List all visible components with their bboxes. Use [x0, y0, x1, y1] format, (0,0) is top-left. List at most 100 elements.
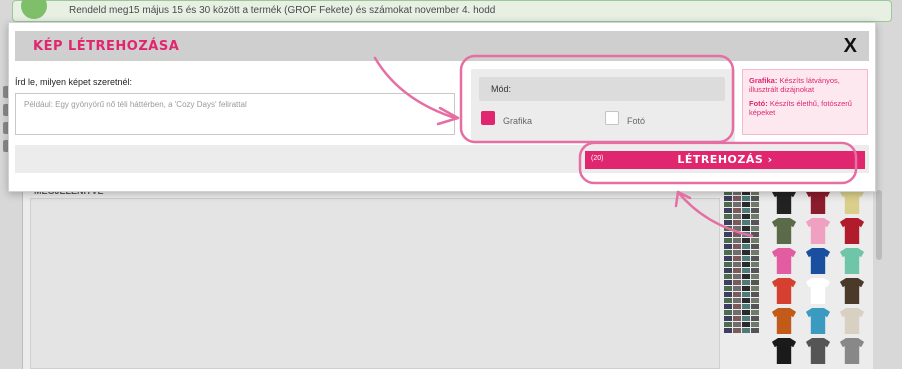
color-swatch[interactable] — [724, 274, 732, 279]
color-swatch[interactable] — [751, 232, 759, 237]
color-swatch[interactable] — [724, 328, 732, 333]
prompt-input[interactable] — [15, 93, 455, 135]
color-swatch[interactable] — [733, 286, 741, 291]
shirt-thumbnail[interactable] — [772, 308, 796, 334]
color-swatch[interactable] — [751, 328, 759, 333]
color-swatch[interactable] — [751, 202, 759, 207]
color-swatch[interactable] — [751, 322, 759, 327]
color-swatch[interactable] — [751, 220, 759, 225]
color-swatch[interactable] — [751, 238, 759, 243]
color-swatch[interactable] — [742, 202, 750, 207]
shirt-thumbnail[interactable] — [772, 248, 796, 274]
color-swatch[interactable] — [751, 250, 759, 255]
color-swatch[interactable] — [742, 226, 750, 231]
color-swatch[interactable] — [751, 196, 759, 201]
color-swatch[interactable] — [742, 304, 750, 309]
color-swatch[interactable] — [733, 238, 741, 243]
shirt-thumbnail[interactable] — [806, 218, 830, 244]
color-swatch[interactable] — [733, 328, 741, 333]
color-swatch[interactable] — [733, 196, 741, 201]
color-swatch[interactable] — [733, 250, 741, 255]
color-swatch[interactable] — [751, 208, 759, 213]
design-canvas[interactable] — [30, 198, 720, 369]
color-swatch[interactable] — [742, 238, 750, 243]
color-swatch[interactable] — [733, 226, 741, 231]
color-swatch[interactable] — [751, 304, 759, 309]
color-swatch[interactable] — [751, 274, 759, 279]
color-swatch[interactable] — [724, 208, 732, 213]
color-swatch[interactable] — [751, 280, 759, 285]
color-swatch[interactable] — [733, 316, 741, 321]
color-swatch[interactable] — [724, 280, 732, 285]
color-swatch[interactable] — [742, 232, 750, 237]
color-swatch[interactable] — [724, 322, 732, 327]
color-swatch[interactable] — [733, 298, 741, 303]
color-swatch[interactable] — [724, 286, 732, 291]
shirt-thumbnail[interactable] — [806, 248, 830, 274]
color-swatch[interactable] — [733, 214, 741, 219]
color-swatch[interactable] — [724, 268, 732, 273]
color-swatch[interactable] — [733, 208, 741, 213]
shirt-thumbnail[interactable] — [840, 218, 864, 244]
color-swatch[interactable] — [733, 304, 741, 309]
color-swatch[interactable] — [742, 220, 750, 225]
color-swatch[interactable] — [733, 202, 741, 207]
color-swatch[interactable] — [733, 274, 741, 279]
color-swatch[interactable] — [724, 220, 732, 225]
color-swatch[interactable] — [742, 292, 750, 297]
color-swatch[interactable] — [724, 244, 732, 249]
color-swatch[interactable] — [751, 244, 759, 249]
color-swatch[interactable] — [733, 280, 741, 285]
color-swatch[interactable] — [751, 268, 759, 273]
color-swatch[interactable] — [742, 262, 750, 267]
shirt-thumbnail[interactable] — [806, 278, 830, 304]
foto-checkbox[interactable] — [605, 111, 619, 125]
color-swatch[interactable] — [733, 244, 741, 249]
color-swatch[interactable] — [751, 310, 759, 315]
color-swatch[interactable] — [724, 226, 732, 231]
color-swatch[interactable] — [724, 304, 732, 309]
color-swatch[interactable] — [724, 214, 732, 219]
color-swatch[interactable] — [742, 310, 750, 315]
create-button[interactable]: (20) LÉTREHOZÁS — [585, 151, 865, 169]
color-swatch[interactable] — [733, 310, 741, 315]
shirt-thumbnail[interactable] — [772, 338, 796, 364]
color-swatch[interactable] — [742, 268, 750, 273]
color-swatch[interactable] — [742, 244, 750, 249]
color-swatch[interactable] — [724, 196, 732, 201]
color-swatch[interactable] — [751, 292, 759, 297]
shirt-thumbnail[interactable] — [840, 338, 864, 364]
color-swatch[interactable] — [733, 322, 741, 327]
color-swatch[interactable] — [733, 232, 741, 237]
color-swatch[interactable] — [724, 202, 732, 207]
shirt-thumbnail[interactable] — [806, 308, 830, 334]
color-swatch[interactable] — [733, 256, 741, 261]
shirt-thumbnail[interactable] — [772, 218, 796, 244]
color-swatch[interactable] — [751, 316, 759, 321]
color-swatch[interactable] — [742, 298, 750, 303]
color-swatch[interactable] — [724, 292, 732, 297]
color-swatch[interactable] — [742, 214, 750, 219]
color-swatch[interactable] — [742, 286, 750, 291]
color-swatch[interactable] — [742, 196, 750, 201]
color-swatch[interactable] — [733, 220, 741, 225]
scrollbar[interactable] — [876, 190, 882, 260]
close-button[interactable]: X — [844, 35, 857, 58]
shirt-thumbnail[interactable] — [806, 338, 830, 364]
shirt-thumbnail[interactable] — [840, 308, 864, 334]
shirt-thumbnail[interactable] — [772, 278, 796, 304]
color-swatch[interactable] — [751, 214, 759, 219]
color-swatch[interactable] — [724, 238, 732, 243]
color-swatch[interactable] — [733, 292, 741, 297]
color-swatch[interactable] — [751, 298, 759, 303]
color-swatch[interactable] — [724, 232, 732, 237]
color-swatch[interactable] — [724, 316, 732, 321]
color-swatch[interactable] — [742, 274, 750, 279]
color-swatch[interactable] — [724, 262, 732, 267]
color-swatch[interactable] — [724, 310, 732, 315]
color-swatch[interactable] — [751, 256, 759, 261]
color-swatch[interactable] — [724, 298, 732, 303]
color-swatch[interactable] — [751, 286, 759, 291]
color-swatch[interactable] — [742, 322, 750, 327]
color-swatch[interactable] — [724, 250, 732, 255]
